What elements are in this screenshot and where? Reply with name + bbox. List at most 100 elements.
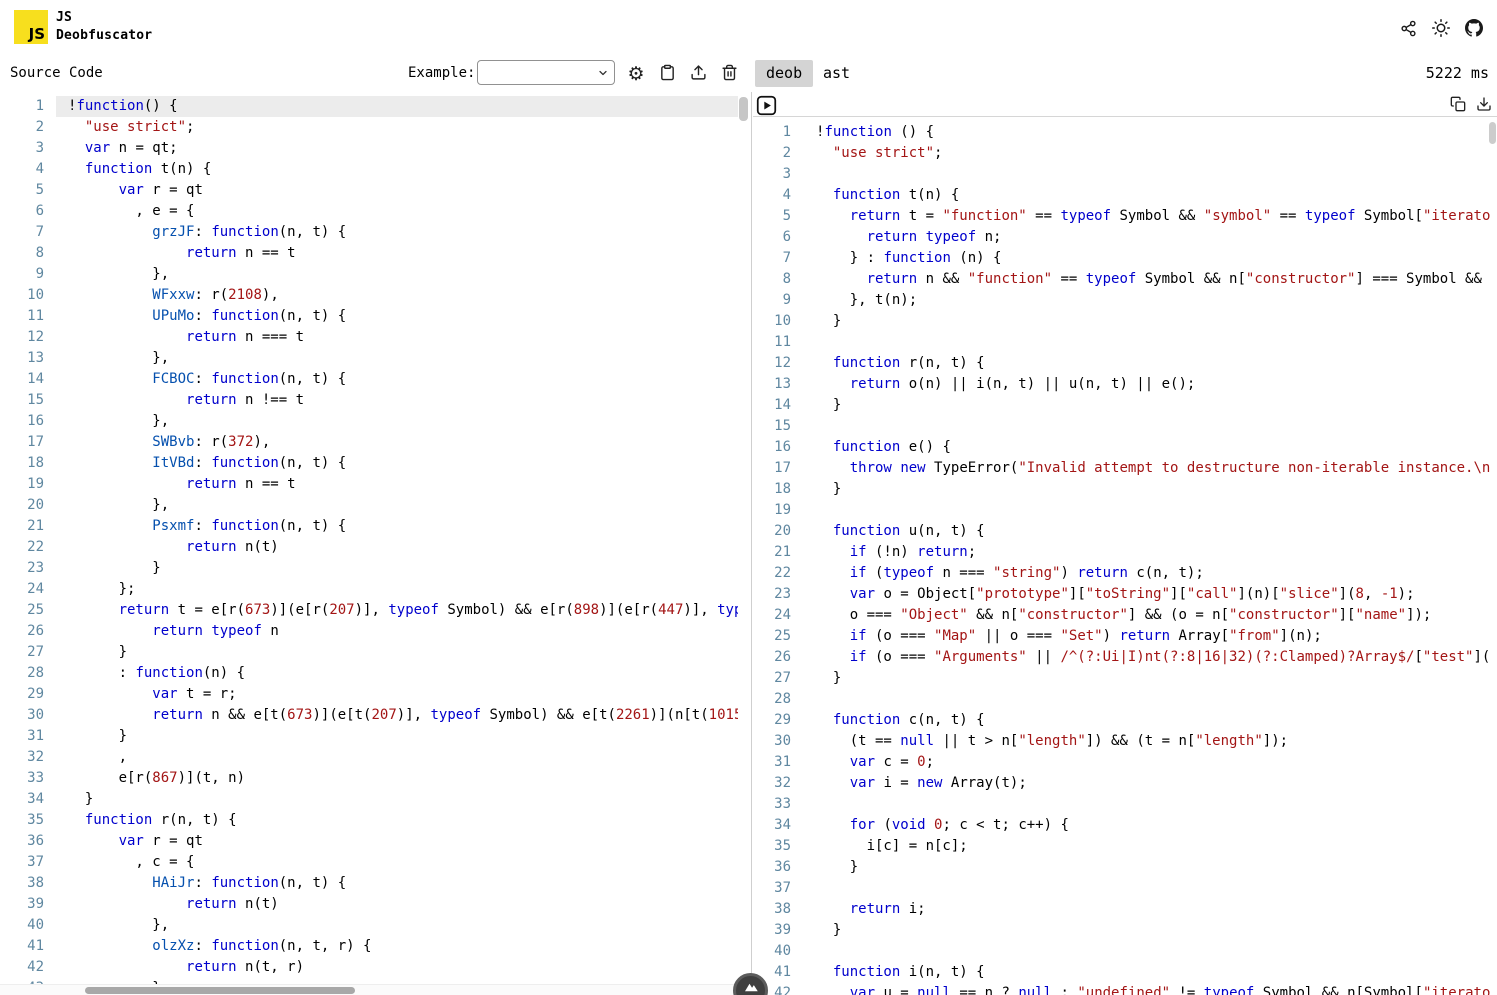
paste-button[interactable] xyxy=(655,61,679,87)
code-line[interactable]: 23 var o = Object["prototype"]["toString… xyxy=(753,584,1491,605)
code-line[interactable]: 37 xyxy=(753,878,1491,899)
code-line[interactable]: 20 function u(n, t) { xyxy=(753,521,1491,542)
horizontal-scrollbar[interactable] xyxy=(0,984,738,995)
code-line[interactable]: 37 , c = { xyxy=(0,852,738,873)
code-line[interactable]: 2 "use strict"; xyxy=(753,143,1491,164)
output-editor[interactable]: 1!function () {2 "use strict";34 functio… xyxy=(753,92,1497,995)
code-line[interactable]: 16 function e() { xyxy=(753,437,1491,458)
code-line[interactable]: 20 }, xyxy=(0,495,738,516)
code-line[interactable]: 39 } xyxy=(753,920,1491,941)
code-line[interactable]: 26 return typeof n xyxy=(0,621,738,642)
code-line[interactable]: 38 HAiJr: function(n, t) { xyxy=(0,873,738,894)
code-line[interactable]: 31 var c = 0; xyxy=(753,752,1491,773)
code-line[interactable]: 17 throw new TypeError("Invalid attempt … xyxy=(753,458,1491,479)
code-line[interactable]: 41 function i(n, t) { xyxy=(753,962,1491,983)
code-line[interactable]: 23 } xyxy=(0,558,738,579)
code-line[interactable]: 5 return t = "function" == typeof Symbol… xyxy=(753,206,1491,227)
tab-deob[interactable]: deob xyxy=(755,60,813,87)
code-line[interactable]: 3 xyxy=(753,164,1491,185)
code-line[interactable]: 18 } xyxy=(753,479,1491,500)
code-line[interactable]: 12 function r(n, t) { xyxy=(753,353,1491,374)
code-line[interactable]: 26 if (o === "Arguments" || /^(?:Ui|I)nt… xyxy=(753,647,1491,668)
code-line[interactable]: 33 xyxy=(753,794,1491,815)
code-line[interactable]: 30 return n && e[t(673)](e[t(207)], type… xyxy=(0,705,738,726)
code-line[interactable]: 36 var r = qt xyxy=(0,831,738,852)
upload-button[interactable] xyxy=(686,61,710,87)
code-line[interactable]: 15 xyxy=(753,416,1491,437)
code-line[interactable]: 12 return n === t xyxy=(0,327,738,348)
code-line[interactable]: 15 return n !== t xyxy=(0,390,738,411)
code-line[interactable]: 31 } xyxy=(0,726,738,747)
code-line[interactable]: 32 , xyxy=(0,747,738,768)
code-line[interactable]: 25 if (o === "Map" || o === "Set") retur… xyxy=(753,626,1491,647)
copy-button[interactable] xyxy=(1450,96,1466,115)
code-line[interactable]: 40 }, xyxy=(0,915,738,936)
code-line[interactable]: 35 i[c] = n[c]; xyxy=(753,836,1491,857)
code-line[interactable]: 33 e[r(867)](t, n) xyxy=(0,768,738,789)
code-line[interactable]: 18 ItVBd: function(n, t) { xyxy=(0,453,738,474)
clear-button[interactable] xyxy=(717,61,741,87)
code-line[interactable]: 32 var i = new Array(t); xyxy=(753,773,1491,794)
code-line[interactable]: 21 Psxmf: function(n, t) { xyxy=(0,516,738,537)
run-button[interactable] xyxy=(756,95,777,116)
code-line[interactable]: 25 return t = e[r(673)](e[r(207)], typeo… xyxy=(0,600,738,621)
code-line[interactable]: 40 xyxy=(753,941,1491,962)
code-line[interactable]: 9 }, t(n); xyxy=(753,290,1491,311)
code-line[interactable]: 11 UPuMo: function(n, t) { xyxy=(0,306,738,327)
vertical-scrollbar-thumb[interactable] xyxy=(739,97,748,121)
code-line[interactable]: 30 (t == null || t > n["length"]) && (t … xyxy=(753,731,1491,752)
code-line[interactable]: 21 if (!n) return; xyxy=(753,542,1491,563)
share-button[interactable] xyxy=(1400,20,1417,37)
code-line[interactable]: 13 return o(n) || i(n, t) || u(n, t) || … xyxy=(753,374,1491,395)
code-line[interactable]: 28 xyxy=(753,689,1491,710)
code-line[interactable]: 28 : function(n) { xyxy=(0,663,738,684)
code-line[interactable]: 22 return n(t) xyxy=(0,537,738,558)
code-line[interactable]: 4 function t(n) { xyxy=(0,159,738,180)
code-line[interactable]: 24 }; xyxy=(0,579,738,600)
code-line[interactable]: 7 } : function (n) { xyxy=(753,248,1491,269)
code-line[interactable]: 35 function r(n, t) { xyxy=(0,810,738,831)
vertical-scrollbar-thumb[interactable] xyxy=(1489,122,1496,144)
code-line[interactable]: 22 if (typeof n === "string") return c(n… xyxy=(753,563,1491,584)
code-line[interactable]: 14 FCBOC: function(n, t) { xyxy=(0,369,738,390)
code-line[interactable]: 34 } xyxy=(0,789,738,810)
code-line[interactable]: 3 var n = qt; xyxy=(0,138,738,159)
code-line[interactable]: 19 return n == t xyxy=(0,474,738,495)
code-line[interactable]: 27 } xyxy=(753,668,1491,689)
code-line[interactable]: 41 olzXz: function(n, t, r) { xyxy=(0,936,738,957)
code-line[interactable]: 8 return n && "function" == typeof Symbo… xyxy=(753,269,1491,290)
code-line[interactable]: 13 }, xyxy=(0,348,738,369)
tab-ast[interactable]: ast xyxy=(812,60,861,87)
code-line[interactable]: 6 , e = { xyxy=(0,201,738,222)
code-line[interactable]: 6 return typeof n; xyxy=(753,227,1491,248)
code-line[interactable]: 5 var r = qt xyxy=(0,180,738,201)
code-line[interactable]: 39 return n(t) xyxy=(0,894,738,915)
settings-button[interactable]: ⚙ xyxy=(624,61,648,87)
code-line[interactable]: 19 xyxy=(753,500,1491,521)
code-line[interactable]: 1!function() { xyxy=(0,96,738,117)
code-line[interactable]: 10 WFxxw: r(2108), xyxy=(0,285,738,306)
code-line[interactable]: 11 xyxy=(753,332,1491,353)
code-line[interactable]: 8 return n == t xyxy=(0,243,738,264)
theme-toggle-button[interactable] xyxy=(1432,19,1450,37)
code-line[interactable]: 9 }, xyxy=(0,264,738,285)
download-button[interactable] xyxy=(1476,96,1492,115)
code-line[interactable]: 7 grzJF: function(n, t) { xyxy=(0,222,738,243)
code-line[interactable]: 34 for (void 0; c < t; c++) { xyxy=(753,815,1491,836)
code-line[interactable]: 24 o === "Object" && n["constructor"] &&… xyxy=(753,605,1491,626)
source-editor[interactable]: 1!function() {2 "use strict";3 var n = q… xyxy=(0,92,752,995)
code-line[interactable]: 36 } xyxy=(753,857,1491,878)
code-line[interactable]: 4 function t(n) { xyxy=(753,185,1491,206)
code-line[interactable]: 29 function c(n, t) { xyxy=(753,710,1491,731)
horizontal-scrollbar-thumb[interactable] xyxy=(85,987,355,994)
code-line[interactable]: 27 } xyxy=(0,642,738,663)
code-line[interactable]: 17 SWBvb: r(372), xyxy=(0,432,738,453)
code-line[interactable]: 1!function () { xyxy=(753,122,1491,143)
code-line[interactable]: 16 }, xyxy=(0,411,738,432)
code-line[interactable]: 14 } xyxy=(753,395,1491,416)
code-line[interactable]: 38 return i; xyxy=(753,899,1491,920)
code-line[interactable]: 42 var u = null == n ? null : "undefined… xyxy=(753,983,1491,995)
github-button[interactable] xyxy=(1465,19,1483,37)
code-line[interactable]: 10 } xyxy=(753,311,1491,332)
code-line[interactable]: 2 "use strict"; xyxy=(0,117,738,138)
